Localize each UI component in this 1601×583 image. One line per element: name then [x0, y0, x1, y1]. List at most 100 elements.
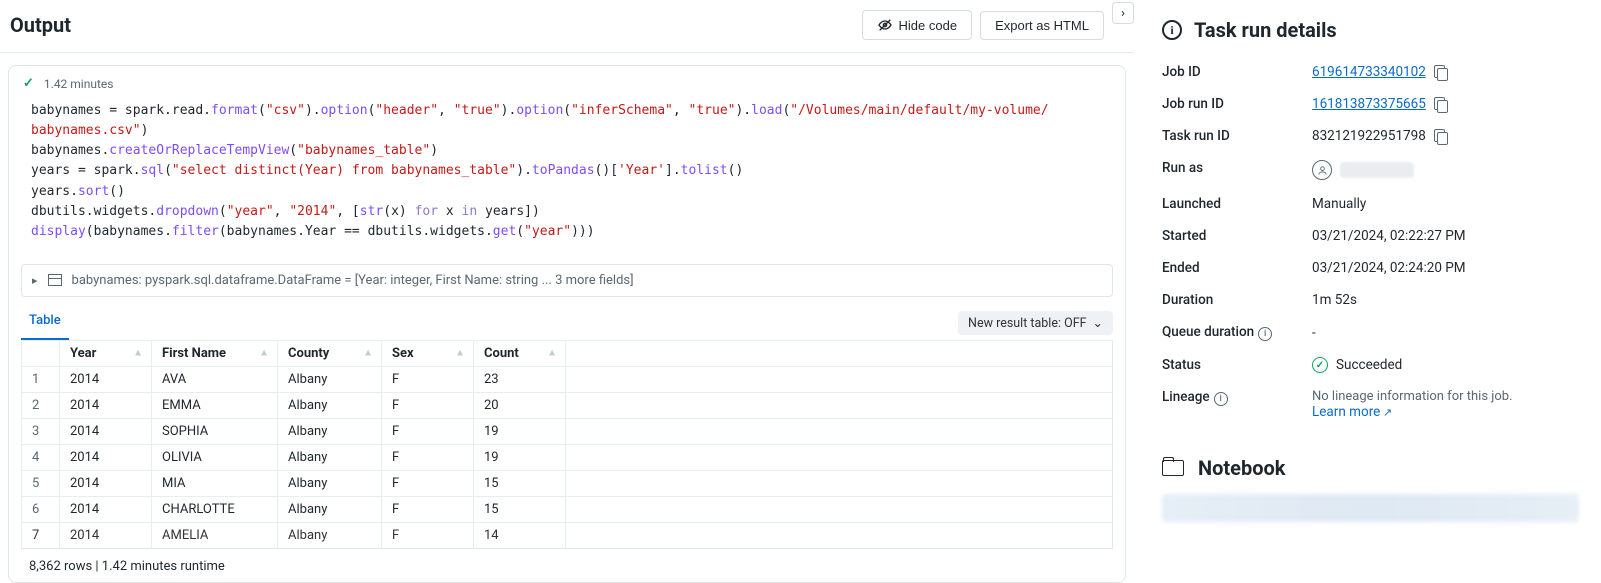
- cell-first-name: CHARLOTTE: [152, 496, 278, 522]
- export-html-button[interactable]: Export as HTML: [980, 11, 1104, 40]
- eye-off-icon: [877, 17, 893, 33]
- cell-county: Albany: [278, 392, 382, 418]
- cell-duration: 1.42 minutes: [44, 77, 114, 91]
- lineage-text: No lineage information for this job.: [1312, 389, 1579, 404]
- sort-icon[interactable]: ▲: [133, 348, 143, 359]
- cell-count: 15: [474, 496, 566, 522]
- cell-year: 2014: [60, 470, 152, 496]
- col-rownum[interactable]: [22, 340, 60, 366]
- learn-more-link[interactable]: Learn more: [1312, 404, 1392, 420]
- cell-rownum: 4: [22, 444, 60, 470]
- job-run-id-link[interactable]: 161813873375665: [1312, 96, 1426, 112]
- label-task-run-id: Task run ID: [1162, 128, 1312, 144]
- results-footer: 8,362 rows | 1.42 minutes runtime: [9, 549, 1125, 583]
- output-cell: ✓ 1.42 minutes babynames = spark.read.fo…: [8, 65, 1126, 583]
- info-mini-icon[interactable]: i: [1258, 327, 1272, 341]
- col-year[interactable]: Year▲: [60, 340, 152, 366]
- duration-value: 1m 52s: [1312, 292, 1579, 308]
- table-icon: [48, 274, 62, 286]
- cell-rownum: 2: [22, 392, 60, 418]
- table-row[interactable]: 12014AVAAlbanyF23: [22, 366, 1113, 392]
- cell-year: 2014: [60, 444, 152, 470]
- cell-first-name: EMMA: [152, 392, 278, 418]
- cell-rownum: 5: [22, 470, 60, 496]
- avatar-icon: [1312, 160, 1332, 180]
- col-sex[interactable]: Sex▲: [382, 340, 474, 366]
- cell-rownum: 6: [22, 496, 60, 522]
- notebook-heading: Notebook: [1198, 456, 1285, 480]
- status-value: Succeeded: [1336, 357, 1402, 373]
- cell-sex: F: [382, 496, 474, 522]
- folder-icon: [1162, 460, 1184, 476]
- scroll-right-button[interactable]: ›: [1112, 2, 1134, 24]
- sort-icon[interactable]: ▲: [363, 348, 373, 359]
- copy-icon[interactable]: [1434, 129, 1448, 143]
- chevron-right-icon: ›: [1121, 6, 1125, 21]
- cell-sex: F: [382, 444, 474, 470]
- task-run-panel: i Task run details Job ID 61961473334010…: [1148, 0, 1601, 583]
- cell-first-name: AVA: [152, 366, 278, 392]
- table-row[interactable]: 22014EMMAAlbanyF20: [22, 392, 1113, 418]
- copy-icon[interactable]: [1434, 65, 1448, 79]
- cell-year: 2014: [60, 392, 152, 418]
- label-duration: Duration: [1162, 292, 1312, 308]
- cell-year: 2014: [60, 496, 152, 522]
- cell-county: Albany: [278, 496, 382, 522]
- hide-code-button[interactable]: Hide code: [862, 10, 973, 40]
- col-first-name[interactable]: First Name▲: [152, 340, 278, 366]
- output-header: Output Hide code Export as HTML ›: [0, 0, 1134, 53]
- label-run-as: Run as: [1162, 160, 1312, 180]
- label-started: Started: [1162, 228, 1312, 244]
- sort-icon[interactable]: ▲: [547, 348, 557, 359]
- launched-value: Manually: [1312, 196, 1579, 212]
- info-mini-icon[interactable]: i: [1214, 392, 1228, 406]
- table-row[interactable]: 52014MIAAlbanyF15: [22, 470, 1113, 496]
- col-county[interactable]: County▲: [278, 340, 382, 366]
- task-run-heading: Task run details: [1194, 18, 1337, 42]
- col-count[interactable]: Count▲: [474, 340, 566, 366]
- cell-sex: F: [382, 418, 474, 444]
- cell-count: 19: [474, 418, 566, 444]
- ended-value: 03/21/2024, 02:24:20 PM: [1312, 260, 1579, 276]
- label-queue-duration: Queue durationi: [1162, 324, 1312, 341]
- cell-first-name: MIA: [152, 470, 278, 496]
- cell-first-name: AMELIA: [152, 522, 278, 548]
- cell-count: 14: [474, 522, 566, 548]
- cell-county: Albany: [278, 366, 382, 392]
- hide-code-label: Hide code: [899, 18, 958, 33]
- cell-county: Albany: [278, 522, 382, 548]
- cell-first-name: SOPHIA: [152, 418, 278, 444]
- sort-icon[interactable]: ▲: [455, 348, 465, 359]
- results-table: Year▲ First Name▲ County▲ Sex▲ Count▲ 12…: [21, 340, 1113, 549]
- table-row[interactable]: 72014AMELIAAlbanyF14: [22, 522, 1113, 548]
- table-row[interactable]: 42014OLIVIAAlbanyF19: [22, 444, 1113, 470]
- expand-icon[interactable]: ▸: [32, 274, 38, 287]
- cell-county: Albany: [278, 470, 382, 496]
- cell-sex: F: [382, 522, 474, 548]
- cell-sex: F: [382, 392, 474, 418]
- cell-count: 20: [474, 392, 566, 418]
- schema-summary[interactable]: ▸ babynames: pyspark.sql.dataframe.DataF…: [21, 264, 1113, 297]
- schema-text: babynames: pyspark.sql.dataframe.DataFra…: [72, 273, 634, 288]
- tab-table-label: Table: [29, 313, 61, 328]
- job-id-link[interactable]: 619614733340102: [1312, 64, 1426, 80]
- queue-value: -: [1312, 324, 1579, 341]
- cell-county: Albany: [278, 418, 382, 444]
- table-row[interactable]: 62014CHARLOTTEAlbanyF15: [22, 496, 1113, 522]
- info-icon: i: [1162, 20, 1182, 40]
- table-row[interactable]: 32014SOPHIAAlbanyF19: [22, 418, 1113, 444]
- label-job-id: Job ID: [1162, 64, 1312, 80]
- tab-table[interactable]: Table: [21, 307, 69, 340]
- cell-county: Albany: [278, 444, 382, 470]
- result-table-toggle[interactable]: New result table: OFF ⌄: [958, 311, 1113, 335]
- copy-icon[interactable]: [1434, 97, 1448, 111]
- started-value: 03/21/2024, 02:22:27 PM: [1312, 228, 1579, 244]
- cell-count: 15: [474, 470, 566, 496]
- output-title: Output: [10, 13, 71, 37]
- cell-rownum: 3: [22, 418, 60, 444]
- sort-icon[interactable]: ▲: [259, 348, 269, 359]
- result-toggle-label: New result table: OFF: [968, 316, 1086, 331]
- notebook-redacted: [1162, 494, 1579, 522]
- cell-year: 2014: [60, 522, 152, 548]
- code-block: babynames = spark.read.format("csv").opt…: [9, 97, 1125, 256]
